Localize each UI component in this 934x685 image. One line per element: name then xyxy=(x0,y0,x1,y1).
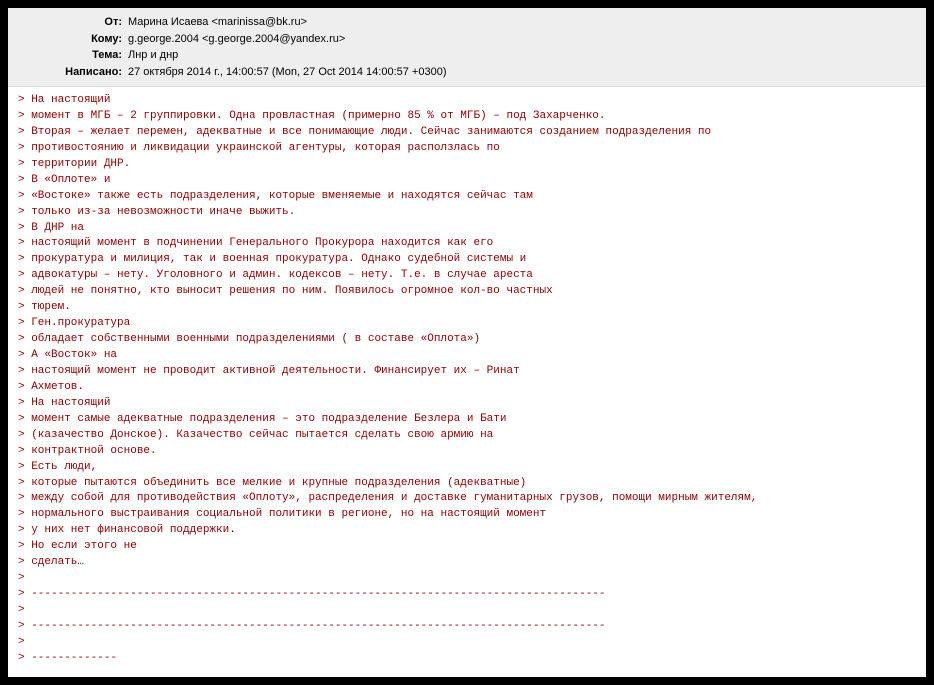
body-line: > (казачество Донское). Казачество сейча… xyxy=(18,428,916,444)
body-line: > Вторая – желает перемен, адекватные и … xyxy=(18,125,916,141)
body-line: > тюрем. xyxy=(18,300,916,316)
body-line: > А «Восток» на xyxy=(18,348,916,364)
body-line: > контрактной основе. xyxy=(18,444,916,460)
body-line: > настоящий момент в подчинении Генераль… xyxy=(18,236,916,252)
body-line: > момент самые адекватные подразделения … xyxy=(18,412,916,428)
body-line: > На настоящий xyxy=(18,396,916,412)
body-line: > противостоянию и ликвидации украинской… xyxy=(18,141,916,157)
body-line: > прокуратура и милиция, так и военная п… xyxy=(18,252,916,268)
body-line: > Но если этого не xyxy=(18,539,916,555)
body-line: > адвокатуры – нету. Уголовного и админ.… xyxy=(18,268,916,284)
body-line: > xyxy=(18,603,916,619)
header-value-to: g.george.2004 <g.george.2004@yandex.ru> xyxy=(128,31,345,48)
body-line: > которые пытаются объединить все мелкие… xyxy=(18,476,916,492)
body-line: > На настоящий xyxy=(18,93,916,109)
body-line: > обладает собственными военными подразд… xyxy=(18,332,916,348)
body-line: > Есть люди, xyxy=(18,460,916,476)
body-line: > момент в МГБ – 2 группировки. Одна про… xyxy=(18,109,916,125)
body-line: > настоящий момент не проводит активной … xyxy=(18,364,916,380)
header-row-subject: Тема: Лнр и днр xyxy=(18,47,916,64)
body-line: > В «Оплоте» и xyxy=(18,173,916,189)
body-line: > Ахметов. xyxy=(18,380,916,396)
email-body: > На настоящий> момент в МГБ – 2 группир… xyxy=(8,87,926,677)
body-line: > только из-за невозможности иначе выжит… xyxy=(18,205,916,221)
body-line: > между собой для противодействия «Оплот… xyxy=(18,491,916,507)
header-row-to: Кому: g.george.2004 <g.george.2004@yande… xyxy=(18,31,916,48)
email-container: От: Марина Исаева <marinissa@bk.ru> Кому… xyxy=(8,8,926,677)
body-line: > сделать… xyxy=(18,555,916,571)
email-header: От: Марина Исаева <marinissa@bk.ru> Кому… xyxy=(8,8,926,87)
body-line: > --------------------------------------… xyxy=(18,619,916,635)
header-row-date: Написано: 27 октября 2014 г., 14:00:57 (… xyxy=(18,64,916,81)
body-line: > Ген.прокуратура xyxy=(18,316,916,332)
body-line: > xyxy=(18,571,916,587)
body-line: > нормального выстраивания социальной по… xyxy=(18,507,916,523)
header-label-from: От: xyxy=(18,14,128,31)
body-line: > «Востоке» также есть подразделения, ко… xyxy=(18,189,916,205)
header-label-to: Кому: xyxy=(18,31,128,48)
body-line: > --------------------------------------… xyxy=(18,587,916,603)
body-line: > ------------- xyxy=(18,651,916,667)
header-value-date: 27 октября 2014 г., 14:00:57 (Mon, 27 Oc… xyxy=(128,64,446,81)
body-line: > xyxy=(18,635,916,651)
header-value-subject: Лнр и днр xyxy=(128,47,178,64)
header-row-from: От: Марина Исаева <marinissa@bk.ru> xyxy=(18,14,916,31)
body-line: > территории ДНР. xyxy=(18,157,916,173)
body-line: > людей не понятно, кто выносит решения … xyxy=(18,284,916,300)
body-line: > у них нет финансовой поддержки. xyxy=(18,523,916,539)
header-label-date: Написано: xyxy=(18,64,128,81)
header-label-subject: Тема: xyxy=(18,47,128,64)
header-value-from: Марина Исаева <marinissa@bk.ru> xyxy=(128,14,307,31)
body-line: > В ДНР на xyxy=(18,221,916,237)
